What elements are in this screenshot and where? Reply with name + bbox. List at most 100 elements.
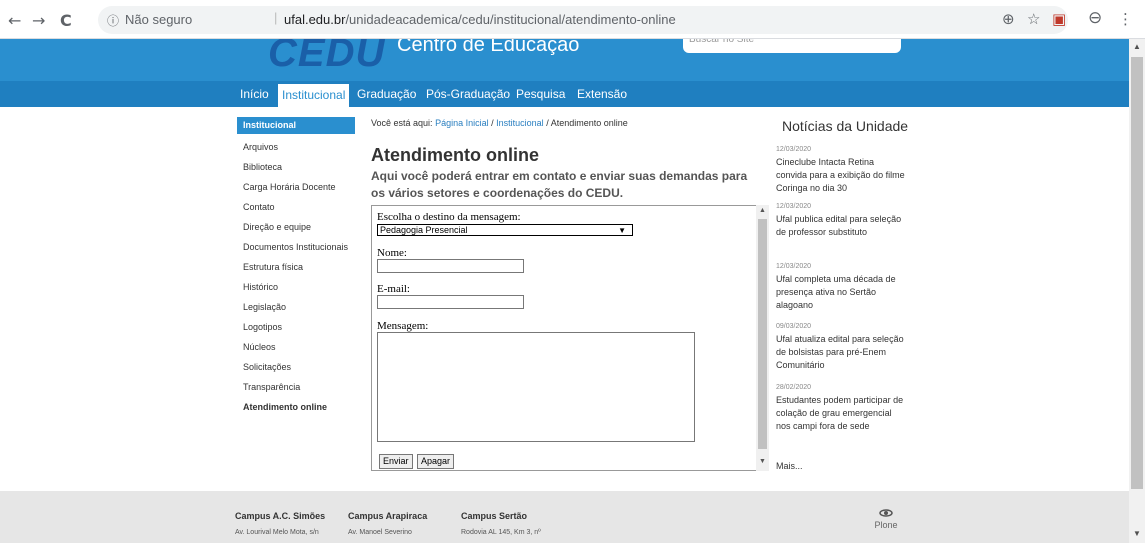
news-date: 28/02/2020 — [776, 384, 812, 391]
breadcrumb-section[interactable]: Institucional — [496, 118, 544, 128]
footer-campus-address: Rodovia AL 145, Km 3, nº — [461, 529, 541, 536]
news-date: 12/03/2020 — [776, 263, 812, 270]
nav-item-inicio[interactable]: Início — [240, 87, 269, 101]
news-item[interactable]: 09/03/2020 Ufal atualiza edital para sel… — [776, 323, 906, 372]
sidebar-item-historico[interactable]: Histórico — [237, 277, 355, 297]
news-date: 12/03/2020 — [776, 203, 812, 210]
scroll-up-icon[interactable]: ▲ — [1133, 42, 1141, 51]
name-field[interactable] — [377, 259, 524, 273]
plone-icon — [879, 509, 893, 517]
breadcrumb-home[interactable]: Página Inicial — [435, 118, 489, 128]
page-title: Atendimento online — [371, 145, 539, 165]
sidebar-item-biblioteca[interactable]: Biblioteca — [237, 157, 355, 177]
forward-icon[interactable]: → — [32, 11, 45, 30]
send-button[interactable]: Enviar — [379, 454, 413, 469]
clear-button[interactable]: Apagar — [417, 454, 455, 469]
menu-icon[interactable]: ⋮ — [1118, 10, 1133, 28]
breadcrumb-separator: / — [491, 118, 494, 128]
news-more-link[interactable]: Mais... — [776, 461, 803, 471]
news-item[interactable]: 28/02/2020 Estudantes podem participar d… — [776, 384, 906, 433]
sidebar-item-documentos[interactable]: Documentos Institucionais — [237, 237, 355, 257]
site-header: CEDU Centro de Educação Buscar no Site — [0, 39, 1129, 81]
profile-icon[interactable]: ⊖ — [1088, 8, 1102, 28]
news-link[interactable]: Ufal atualiza edital para seleção de bol… — [776, 333, 906, 372]
plone-logo[interactable]: Plone — [866, 506, 906, 530]
nav-item-pos-graduacao[interactable]: Pós-Graduação — [426, 87, 510, 101]
sidebar: Institucional Arquivos Biblioteca Carga … — [237, 117, 355, 417]
footer-campus-address: Av. Manoel Severino — [348, 529, 412, 536]
info-icon[interactable]: ⓘ — [107, 12, 119, 29]
breadcrumb-current: Atendimento online — [550, 118, 628, 128]
sidebar-item-direcao[interactable]: Direção e equipe — [237, 217, 355, 237]
sidebar-item-solicitacoes[interactable]: Solicitações — [237, 357, 355, 377]
form-scrollbar-thumb[interactable] — [758, 219, 767, 449]
page-lead: Aqui você poderá entrar em contato e env… — [371, 169, 748, 200]
browser-toolbar: ← → C ⓘ Não seguro | ufal.edu.br/unidade… — [0, 0, 1145, 39]
form-scrollbar[interactable]: ▲ ▼ — [756, 205, 769, 471]
main-nav: Início Institucional Graduação Pós-Gradu… — [0, 81, 1129, 107]
news-link[interactable]: Estudantes podem participar de colação d… — [776, 394, 906, 433]
reload-icon[interactable]: C — [60, 11, 72, 30]
breadcrumb-separator: / — [546, 118, 549, 128]
plone-label: Plone — [874, 520, 898, 530]
sidebar-item-estrutura[interactable]: Estrutura física — [237, 257, 355, 277]
nav-item-pesquisa[interactable]: Pesquisa — [516, 87, 565, 101]
star-icon[interactable]: ☆ — [1027, 10, 1040, 28]
message-textarea[interactable] — [377, 332, 695, 442]
nav-item-institucional[interactable]: Institucional — [278, 84, 350, 107]
scroll-up-icon[interactable]: ▲ — [759, 207, 766, 214]
sidebar-heading[interactable]: Institucional — [237, 117, 355, 134]
page-content: CEDU Centro de Educação Buscar no Site I… — [0, 39, 1129, 543]
page-scrollbar-thumb[interactable] — [1131, 57, 1143, 489]
news-link[interactable]: Ufal completa uma década de presença ati… — [776, 273, 906, 312]
email-label: E-mail: — [377, 283, 410, 295]
nav-item-extensao[interactable]: Extensão — [577, 87, 627, 101]
url-path: /unidadeacademica/cedu/institucional/ate… — [345, 12, 676, 27]
site-logo[interactable]: CEDU — [268, 39, 385, 76]
zoom-icon[interactable]: ⊕ — [1002, 10, 1015, 28]
news-item[interactable]: 12/03/2020 Ufal publica edital para sele… — [776, 203, 906, 239]
news-date: 12/03/2020 — [776, 146, 812, 153]
sidebar-item-arquivos[interactable]: Arquivos — [237, 137, 355, 157]
url-host: ufal.edu.br — [284, 12, 346, 27]
insecure-label: Não seguro — [125, 12, 193, 27]
site-subtitle: Centro de Educação — [397, 39, 580, 56]
scroll-down-icon[interactable]: ▼ — [759, 458, 766, 465]
breadcrumb-prefix: Você está aqui: — [371, 118, 433, 128]
footer-campus-name: Campus Sertão — [461, 511, 528, 521]
contact-form-frame: Escolha o destino da mensagem: Pedagogia… — [371, 205, 769, 471]
footer-campus-name: Campus Arapiraca — [348, 511, 428, 521]
news-date: 09/03/2020 — [776, 323, 812, 330]
footer-campus-address: Av. Lourival Melo Mota, s/n — [235, 529, 319, 536]
name-label: Nome: — [377, 247, 407, 259]
sidebar-item-contato[interactable]: Contato — [237, 197, 355, 217]
email-field[interactable] — [377, 295, 524, 309]
page-scrollbar[interactable]: ▲ ▼ — [1129, 39, 1145, 543]
scroll-down-icon[interactable]: ▼ — [1133, 529, 1141, 538]
breadcrumb: Você está aqui: Página Inicial / Institu… — [371, 118, 628, 128]
news-link[interactable]: Cineclube Intacta Retina convida para a … — [776, 156, 906, 195]
omnibox-separator: | — [274, 10, 278, 25]
news-heading: Notícias da Unidade — [782, 118, 909, 134]
back-icon[interactable]: ← — [8, 11, 21, 30]
sidebar-item-carga-horaria[interactable]: Carga Horária Docente — [237, 177, 355, 197]
sidebar-item-legislacao[interactable]: Legislação — [237, 297, 355, 317]
sidebar-item-nucleos[interactable]: Núcleos — [237, 337, 355, 357]
search-input[interactable]: Buscar no Site — [683, 39, 901, 53]
url-text: ufal.edu.br/unidadeacademica/cedu/instit… — [284, 12, 676, 27]
sidebar-item-logotipos[interactable]: Logotipos — [237, 317, 355, 337]
message-label: Mensagem: — [377, 320, 429, 332]
address-bar[interactable]: ⓘ Não seguro | ufal.edu.br/unidadeacadem… — [98, 6, 1068, 34]
destination-select[interactable]: Pedagogia Presencial ▼ — [377, 224, 633, 236]
news-item[interactable]: 12/03/2020 Ufal completa uma década de p… — [776, 263, 906, 312]
footer-campus-name: Campus A.C. Simões — [235, 511, 326, 521]
nav-item-graduacao[interactable]: Graduação — [357, 87, 416, 101]
sidebar-item-transparencia[interactable]: Transparência — [237, 377, 355, 397]
news-item[interactable]: 12/03/2020 Cineclube Intacta Retina conv… — [776, 146, 906, 195]
site-footer: Campus A.C. Simões Av. Lourival Melo Mot… — [0, 491, 1129, 543]
news-link[interactable]: Ufal publica edital para seleção de prof… — [776, 213, 906, 239]
destination-value: Pedagogia Presencial — [380, 225, 468, 235]
destination-label: Escolha o destino da mensagem: — [377, 211, 521, 223]
sidebar-item-atendimento[interactable]: Atendimento online — [237, 397, 355, 417]
extension-icon[interactable]: ▣ — [1052, 10, 1066, 28]
